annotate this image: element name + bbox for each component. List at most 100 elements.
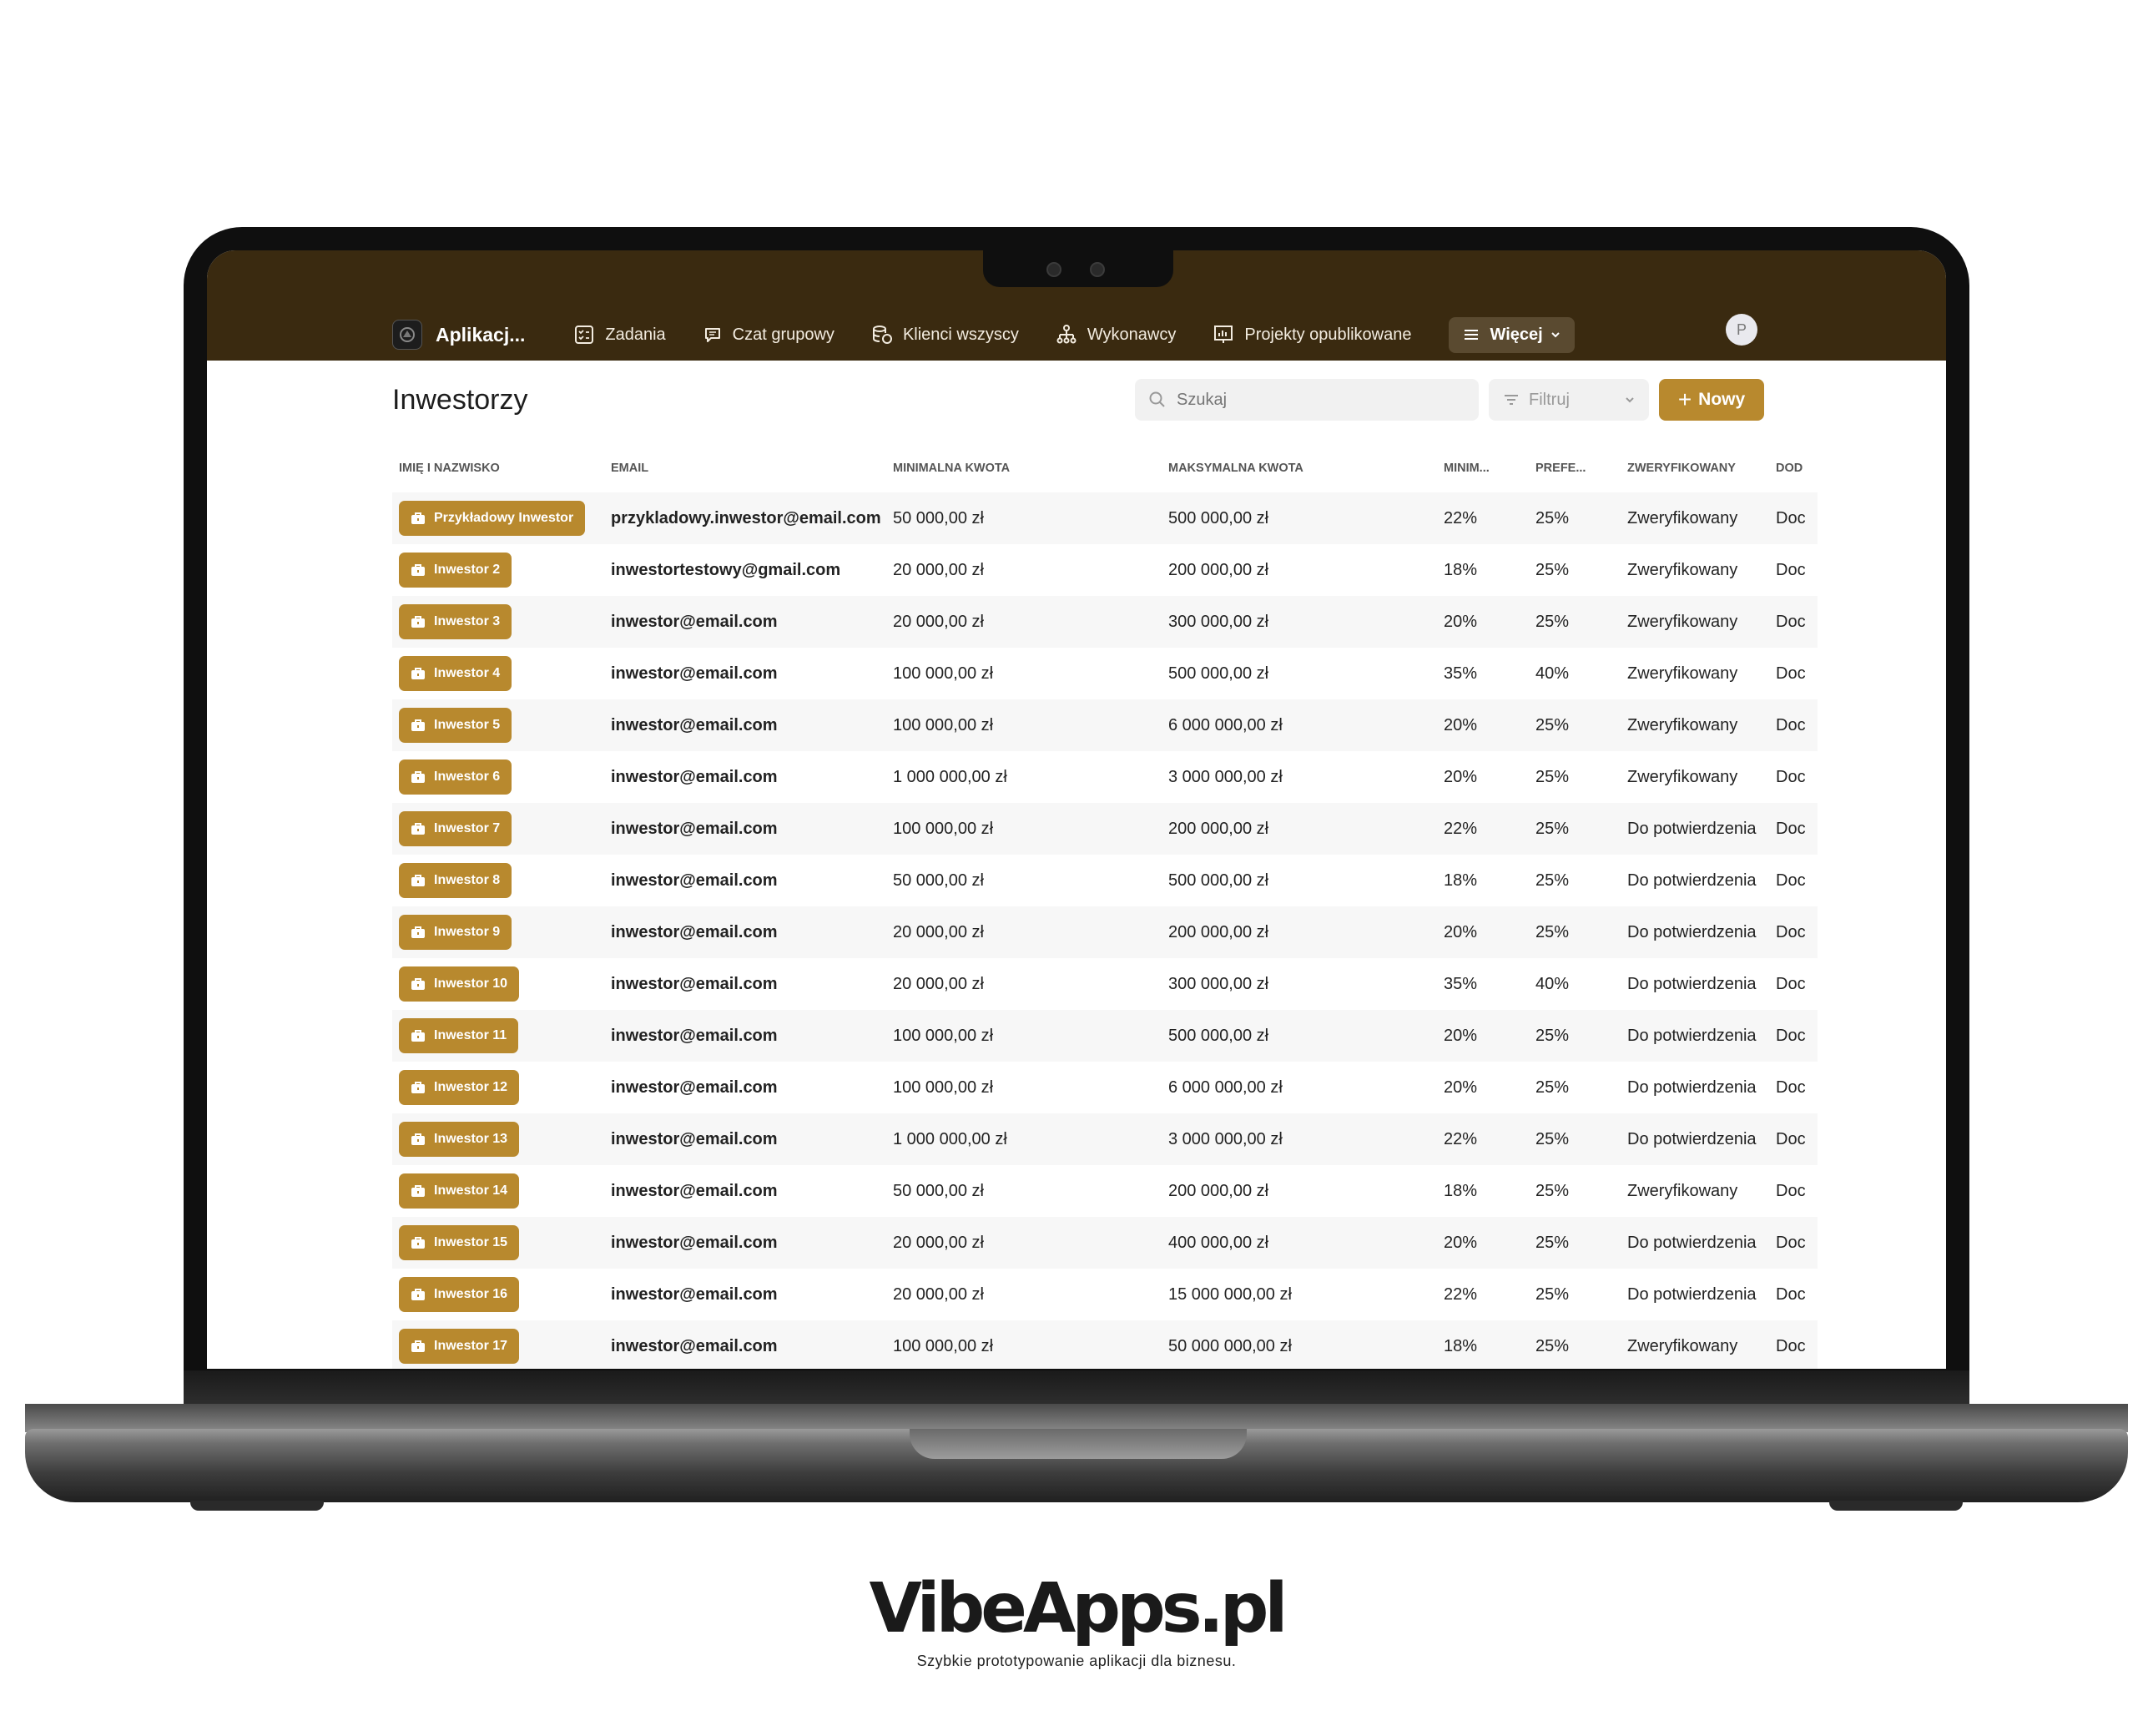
- cell-preferred[interactable]: 25%: [1529, 1269, 1621, 1320]
- cell-preferred[interactable]: 25%: [1529, 751, 1621, 803]
- cell-verified[interactable]: Zweryfikowany: [1621, 1165, 1769, 1217]
- table-row[interactable]: Inwestor 17 inwestor@email.com 100 000,00 …: [392, 1320, 1818, 1369]
- cell-min-amount[interactable]: 1 000 000,00 zł: [886, 1113, 1162, 1165]
- cell-max-amount[interactable]: 15 000 000,00 zł: [1162, 1269, 1437, 1320]
- cell-added[interactable]: Doc: [1769, 1269, 1818, 1320]
- table-row[interactable]: Inwestor 7 inwestor@email.com 100 000,00 z…: [392, 803, 1818, 855]
- cell-min-return[interactable]: 22%: [1437, 1269, 1529, 1320]
- cell-max-amount[interactable]: 200 000,00 zł: [1162, 544, 1437, 596]
- cell-min-return[interactable]: 18%: [1437, 1320, 1529, 1369]
- cell-min-return[interactable]: 22%: [1437, 803, 1529, 855]
- cell-added[interactable]: Doc: [1769, 958, 1818, 1010]
- cell-max-amount[interactable]: 3 000 000,00 zł: [1162, 1113, 1437, 1165]
- cell-min-amount[interactable]: 50 000,00 zł: [886, 855, 1162, 906]
- cell-email[interactable]: inwestor@email.com: [604, 855, 886, 906]
- table-row[interactable]: Przykładowy Inwestor przykladowy.inwestor…: [392, 492, 1818, 544]
- cell-added[interactable]: Doc: [1769, 596, 1818, 648]
- cell-email[interactable]: przykladowy.inwestor@email.com: [604, 492, 886, 544]
- cell-email[interactable]: inwestortestowy@gmail.com: [604, 544, 886, 596]
- cell-min-return[interactable]: 18%: [1437, 1165, 1529, 1217]
- column-header-preferred[interactable]: PREFE...: [1529, 444, 1621, 492]
- cell-max-amount[interactable]: 300 000,00 zł: [1162, 596, 1437, 648]
- table-row[interactable]: Inwestor 13 inwestor@email.com 1 000 000,0…: [392, 1113, 1818, 1165]
- cell-min-amount[interactable]: 20 000,00 zł: [886, 1217, 1162, 1269]
- cell-added[interactable]: Doc: [1769, 1217, 1818, 1269]
- investor-name-chip[interactable]: Inwestor 2: [399, 553, 512, 588]
- search-input[interactable]: [1175, 389, 1462, 411]
- column-header-max-amount[interactable]: MAKSYMALNA KWOTA: [1162, 444, 1437, 492]
- app-logo-icon[interactable]: [392, 320, 422, 350]
- investor-name-chip[interactable]: Inwestor 6: [399, 760, 512, 795]
- cell-max-amount[interactable]: 200 000,00 zł: [1162, 1165, 1437, 1217]
- cell-min-return[interactable]: 35%: [1437, 648, 1529, 699]
- column-header-name[interactable]: IMIĘ I NAZWISKO: [392, 444, 604, 492]
- cell-preferred[interactable]: 40%: [1529, 958, 1621, 1010]
- investor-name-chip[interactable]: Inwestor 3: [399, 604, 512, 639]
- cell-verified[interactable]: Zweryfikowany: [1621, 492, 1769, 544]
- cell-email[interactable]: inwestor@email.com: [604, 803, 886, 855]
- cell-verified[interactable]: Do potwierdzenia: [1621, 1062, 1769, 1113]
- cell-preferred[interactable]: 25%: [1529, 906, 1621, 958]
- cell-min-amount[interactable]: 100 000,00 zł: [886, 1320, 1162, 1369]
- column-header-added[interactable]: DOD: [1769, 444, 1818, 492]
- cell-min-return[interactable]: 35%: [1437, 958, 1529, 1010]
- investor-name-chip[interactable]: Inwestor 12: [399, 1070, 520, 1105]
- table-row[interactable]: Inwestor 2 inwestortestowy@gmail.com 20 00…: [392, 544, 1818, 596]
- cell-preferred[interactable]: 25%: [1529, 1217, 1621, 1269]
- cell-email[interactable]: inwestor@email.com: [604, 1217, 886, 1269]
- cell-min-amount[interactable]: 100 000,00 zł: [886, 648, 1162, 699]
- cell-added[interactable]: Doc: [1769, 1320, 1818, 1369]
- nav-item-contractors[interactable]: Wykonawcy: [1056, 324, 1176, 346]
- cell-email[interactable]: inwestor@email.com: [604, 1269, 886, 1320]
- cell-added[interactable]: Doc: [1769, 1010, 1818, 1062]
- investor-name-chip[interactable]: Inwestor 9: [399, 915, 512, 950]
- cell-min-return[interactable]: 18%: [1437, 855, 1529, 906]
- table-row[interactable]: Inwestor 15 inwestor@email.com 20 000,00 z…: [392, 1217, 1818, 1269]
- cell-min-return[interactable]: 20%: [1437, 596, 1529, 648]
- table-row[interactable]: Inwestor 6 inwestor@email.com 1 000 000,00…: [392, 751, 1818, 803]
- cell-min-amount[interactable]: 20 000,00 zł: [886, 1269, 1162, 1320]
- cell-min-amount[interactable]: 20 000,00 zł: [886, 958, 1162, 1010]
- cell-added[interactable]: Doc: [1769, 1062, 1818, 1113]
- cell-verified[interactable]: Zweryfikowany: [1621, 699, 1769, 751]
- nav-item-group-chat[interactable]: Czat grupowy: [703, 325, 834, 345]
- cell-min-return[interactable]: 20%: [1437, 906, 1529, 958]
- investor-name-chip[interactable]: Inwestor 11: [399, 1018, 519, 1053]
- cell-email[interactable]: inwestor@email.com: [604, 906, 886, 958]
- cell-min-amount[interactable]: 1 000 000,00 zł: [886, 751, 1162, 803]
- cell-email[interactable]: inwestor@email.com: [604, 1010, 886, 1062]
- cell-min-amount[interactable]: 100 000,00 zł: [886, 803, 1162, 855]
- cell-verified[interactable]: Zweryfikowany: [1621, 751, 1769, 803]
- column-header-email[interactable]: EMAIL: [604, 444, 886, 492]
- new-record-button[interactable]: + Nowy: [1659, 379, 1764, 421]
- investor-name-chip[interactable]: Inwestor 14: [399, 1173, 520, 1209]
- cell-min-return[interactable]: 22%: [1437, 492, 1529, 544]
- cell-preferred[interactable]: 25%: [1529, 1062, 1621, 1113]
- cell-verified[interactable]: Do potwierdzenia: [1621, 1010, 1769, 1062]
- cell-max-amount[interactable]: 6 000 000,00 zł: [1162, 1062, 1437, 1113]
- cell-max-amount[interactable]: 6 000 000,00 zł: [1162, 699, 1437, 751]
- cell-email[interactable]: inwestor@email.com: [604, 1165, 886, 1217]
- cell-verified[interactable]: Zweryfikowany: [1621, 1320, 1769, 1369]
- cell-min-amount[interactable]: 50 000,00 zł: [886, 492, 1162, 544]
- table-row[interactable]: Inwestor 10 inwestor@email.com 20 000,00 z…: [392, 958, 1818, 1010]
- cell-preferred[interactable]: 25%: [1529, 855, 1621, 906]
- cell-email[interactable]: inwestor@email.com: [604, 958, 886, 1010]
- investor-name-chip[interactable]: Inwestor 15: [399, 1225, 520, 1260]
- cell-email[interactable]: inwestor@email.com: [604, 699, 886, 751]
- cell-added[interactable]: Doc: [1769, 855, 1818, 906]
- investor-name-chip[interactable]: Inwestor 13: [399, 1122, 520, 1157]
- nav-item-clients[interactable]: Klienci wszyscy: [871, 324, 1019, 346]
- table-row[interactable]: Inwestor 11 inwestor@email.com 100 000,00 …: [392, 1010, 1818, 1062]
- user-avatar[interactable]: P: [1726, 314, 1757, 346]
- investor-name-chip[interactable]: Inwestor 7: [399, 811, 512, 846]
- cell-min-return[interactable]: 20%: [1437, 1010, 1529, 1062]
- cell-preferred[interactable]: 25%: [1529, 1113, 1621, 1165]
- cell-preferred[interactable]: 25%: [1529, 1165, 1621, 1217]
- cell-email[interactable]: inwestor@email.com: [604, 648, 886, 699]
- cell-preferred[interactable]: 25%: [1529, 803, 1621, 855]
- column-header-verified[interactable]: ZWERYFIKOWANY: [1621, 444, 1769, 492]
- cell-email[interactable]: inwestor@email.com: [604, 1062, 886, 1113]
- table-row[interactable]: Inwestor 5 inwestor@email.com 100 000,00 z…: [392, 699, 1818, 751]
- table-row[interactable]: Inwestor 14 inwestor@email.com 50 000,00 z…: [392, 1165, 1818, 1217]
